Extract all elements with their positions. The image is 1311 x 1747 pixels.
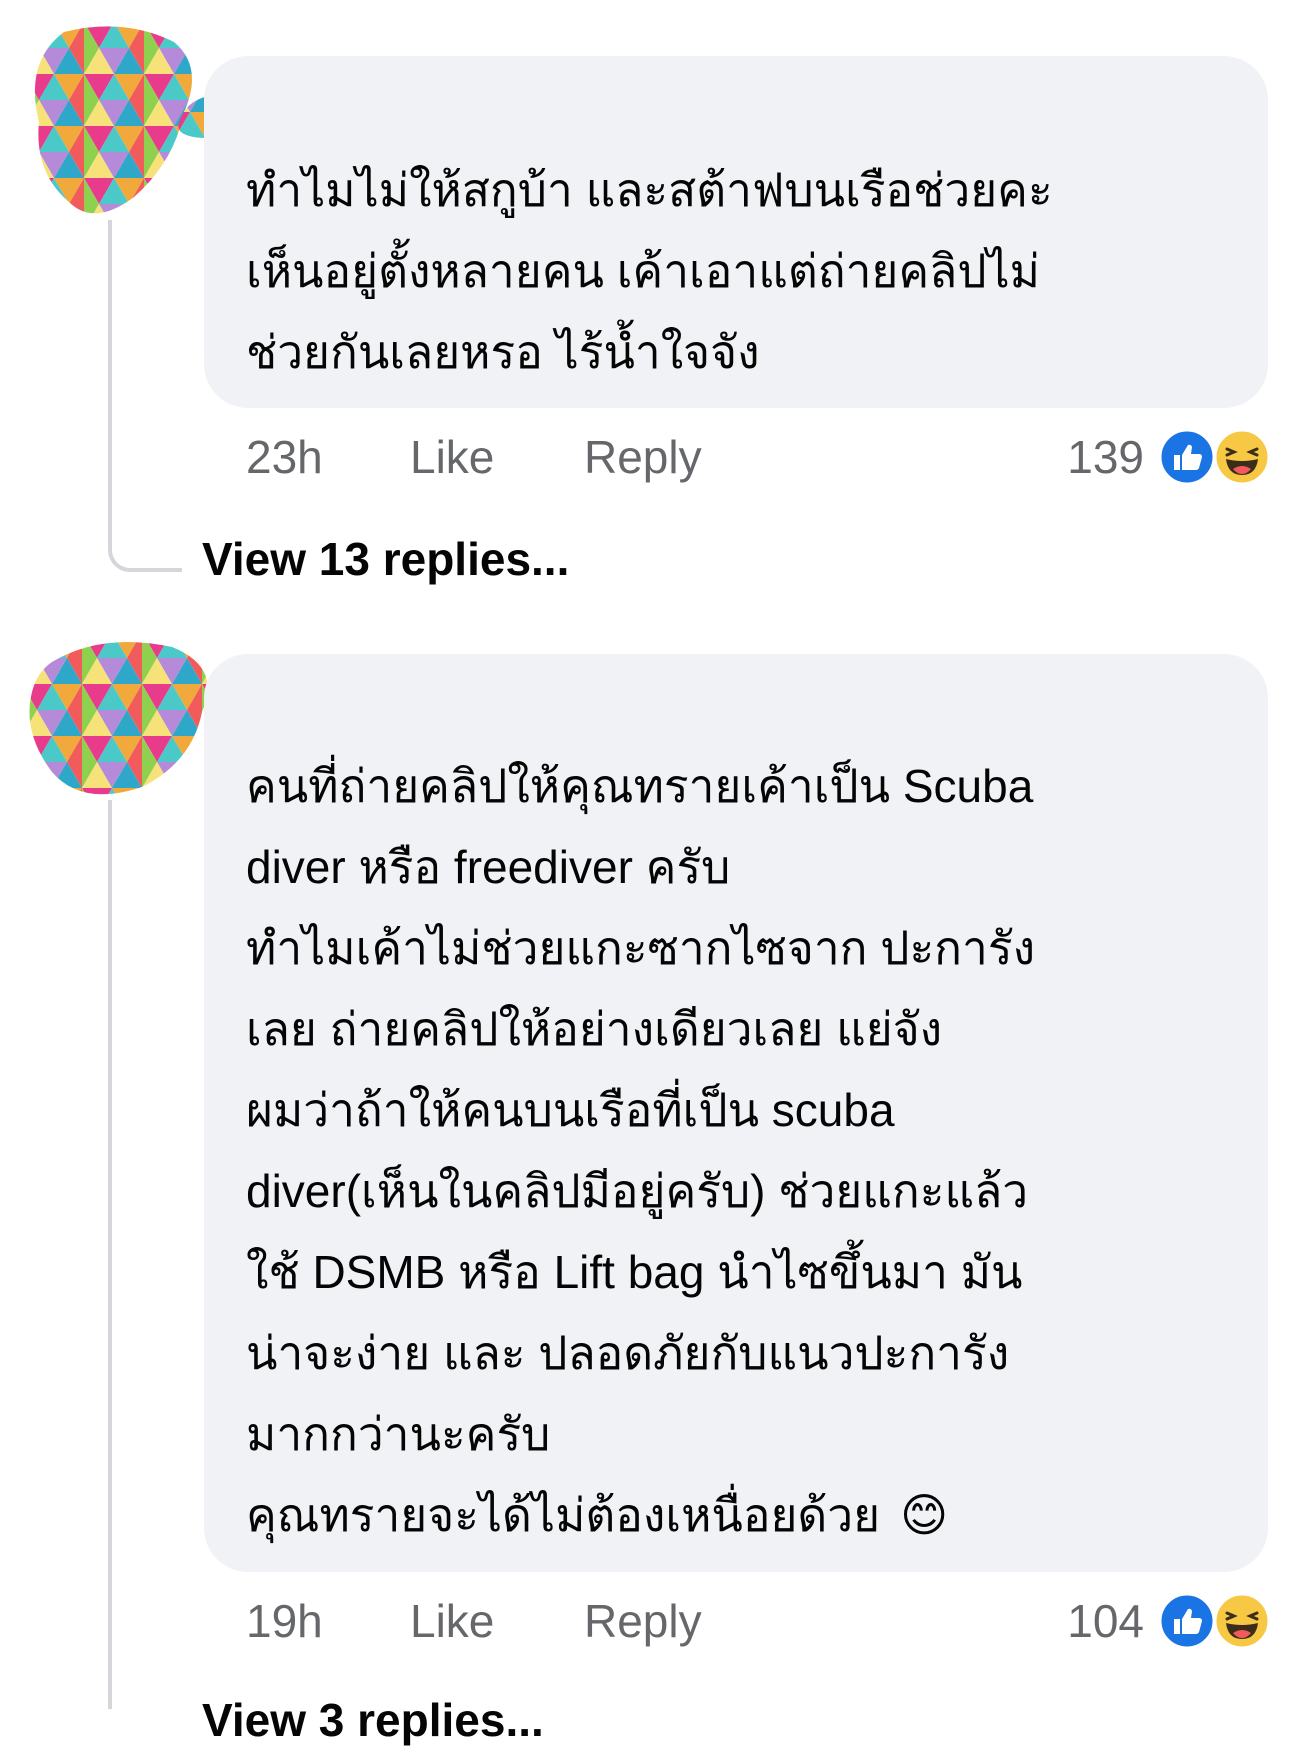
like-icon[interactable] xyxy=(1158,428,1216,486)
haha-icon[interactable] xyxy=(1213,428,1271,486)
comment-text: คนที่ถ่ายคลิปให้คุณทรายเค้าเป็น Scuba di… xyxy=(246,746,1256,1556)
comment-timestamp[interactable]: 19h xyxy=(246,1594,323,1648)
reaction-count[interactable]: 104 xyxy=(1044,1594,1144,1648)
thread-line xyxy=(108,800,112,1709)
reply-button[interactable]: Reply xyxy=(584,430,702,484)
like-button[interactable]: Like xyxy=(410,430,494,484)
comment-body: คนที่ถ่ายคลิปให้คุณทรายเค้าเป็น Scuba di… xyxy=(246,760,1036,1541)
reaction-count[interactable]: 139 xyxy=(1044,430,1144,484)
reply-button[interactable]: Reply xyxy=(584,1594,702,1648)
comment-text: ทำไมไม่ให้สกูบ้า และสต้าฟบนเรือช่วยคะ เห… xyxy=(246,164,1053,378)
thread-line xyxy=(108,220,112,520)
smiling-emoji-icon: 😊 xyxy=(900,1488,949,1542)
haha-icon[interactable] xyxy=(1213,1592,1271,1650)
like-icon[interactable] xyxy=(1158,1592,1216,1650)
comment-timestamp[interactable]: 23h xyxy=(246,430,323,484)
view-replies-link[interactable]: View 3 replies... xyxy=(202,1693,544,1747)
like-button[interactable]: Like xyxy=(410,1594,494,1648)
view-replies-link[interactable]: View 13 replies... xyxy=(202,532,569,586)
thread-connector xyxy=(108,500,182,572)
